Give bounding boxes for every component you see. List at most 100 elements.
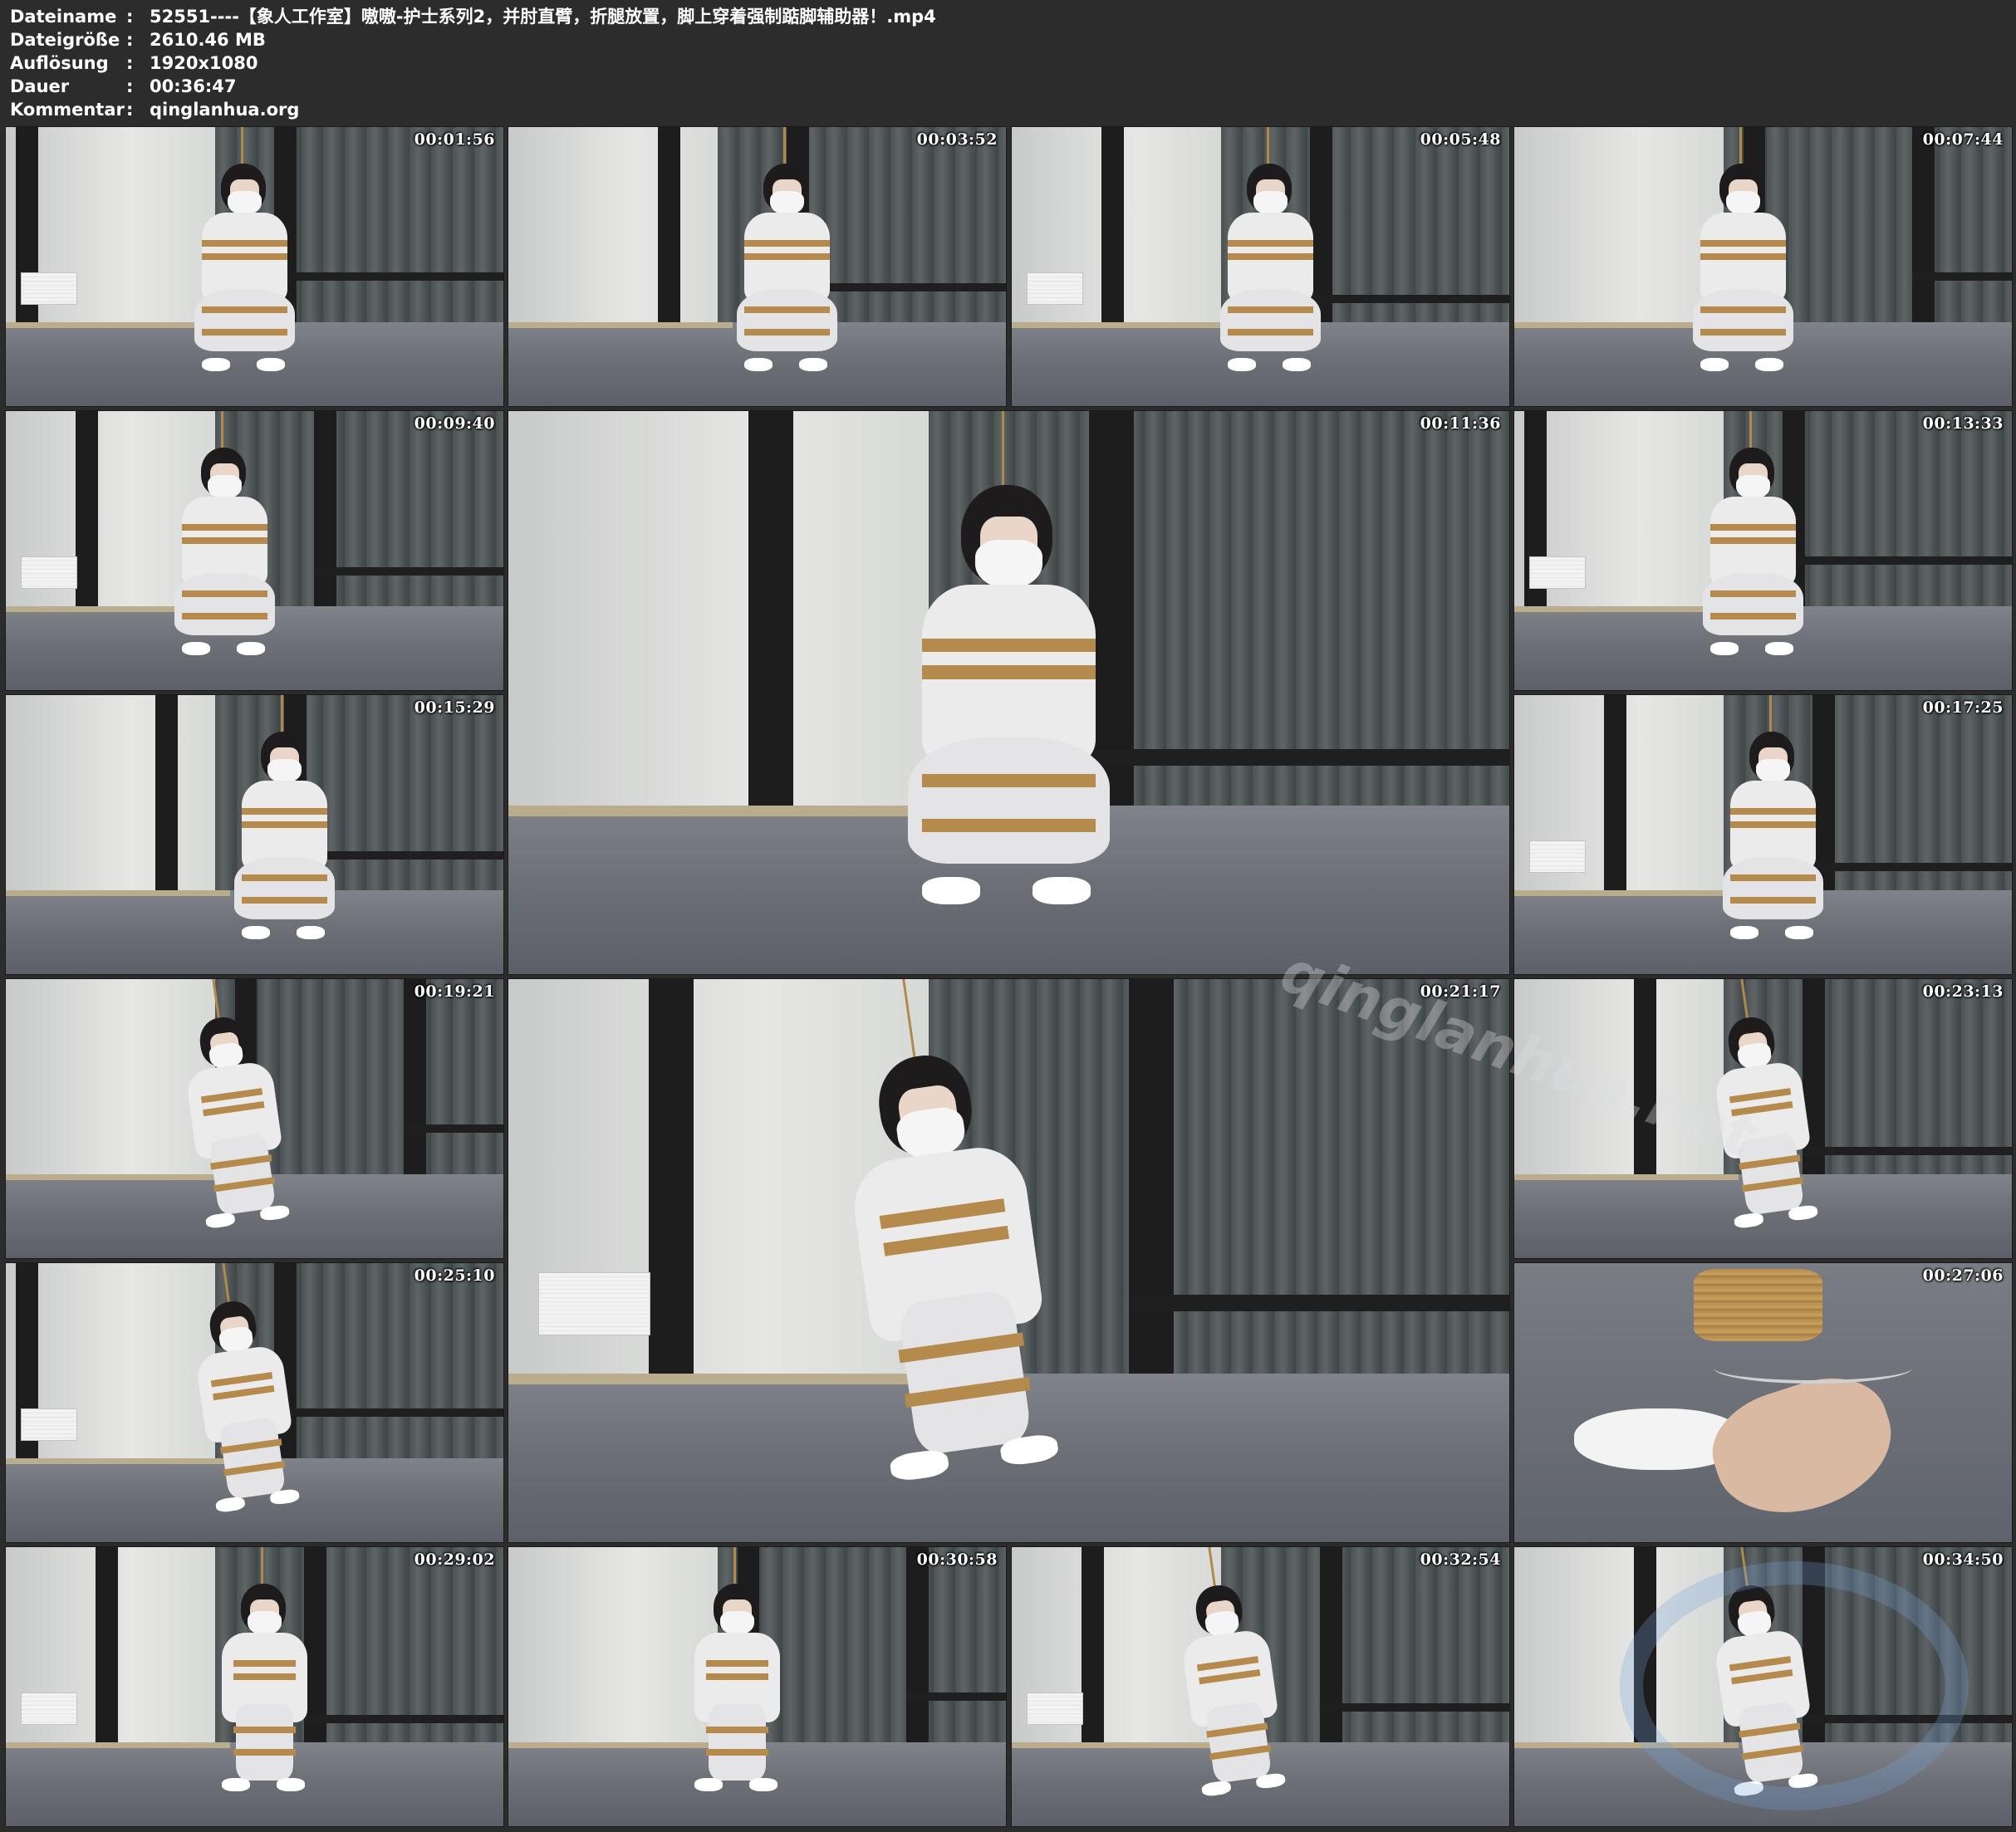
- rope-binding: [1700, 329, 1787, 336]
- thumbnail-timestamp: 00:07:44: [1922, 130, 2004, 149]
- video-thumbnail: 00:15:29: [5, 694, 504, 975]
- face-mask: [228, 190, 262, 216]
- file-size-row: Dateigröße : 2610.46 MB: [10, 28, 2004, 51]
- rope-binding: [201, 239, 288, 247]
- duration-value: 00:36:47: [150, 76, 237, 96]
- file-info-header: Dateiname : 52551----【象人工作室】嗷嗷-护士系列2，并肘直…: [10, 5, 2004, 121]
- ankle-brace: [1713, 1353, 1913, 1384]
- nurse-uniform-pants: [1204, 1700, 1273, 1784]
- white-shoe: [1200, 1779, 1232, 1797]
- black-frame-post: [95, 1547, 118, 1754]
- nurse-uniform-pants: [908, 737, 1110, 865]
- rope-binding: [1700, 252, 1787, 260]
- ankle-rope-binding: [1693, 1268, 1823, 1342]
- video-thumbnail: 00:17:25: [1513, 694, 2013, 975]
- comment-separator: :: [126, 100, 134, 120]
- room-scene: [6, 411, 503, 690]
- room-scene: [1012, 127, 1509, 406]
- rope-binding: [1709, 523, 1797, 531]
- file-size-separator: :: [126, 30, 134, 50]
- white-shoe: [1700, 358, 1729, 372]
- room-scene: [508, 411, 1509, 974]
- tatami-edge: [1012, 322, 1236, 328]
- thumbnail-timestamp: 00:19:21: [414, 982, 495, 1001]
- video-thumbnail: 00:03:52: [508, 126, 1007, 407]
- black-frame-post: [1603, 695, 1626, 902]
- room-scene: [6, 1263, 503, 1542]
- rope-binding: [706, 1727, 768, 1734]
- thumbnail-timestamp: 00:03:52: [916, 130, 998, 149]
- rope-binding: [706, 1673, 768, 1680]
- person-figure: [728, 127, 847, 379]
- comment-row: Kommentar : qinglanhua.org: [10, 98, 2004, 121]
- rope-binding: [1709, 590, 1797, 598]
- rope-binding: [241, 820, 328, 828]
- person-figure: [678, 1547, 797, 1799]
- face-mask: [248, 1610, 282, 1636]
- video-thumbnail: 00:25:10: [5, 1262, 504, 1543]
- black-frame-rail: [906, 1692, 1006, 1701]
- tatami-edge: [6, 1742, 230, 1748]
- white-shoe: [221, 1778, 251, 1792]
- rope-binding: [1227, 329, 1314, 336]
- room-scene: [1514, 695, 2012, 974]
- black-frame-rail: [404, 1124, 503, 1133]
- white-wall: [508, 411, 930, 817]
- thumbnail-timestamp: 00:25:10: [414, 1266, 495, 1285]
- face-mask: [208, 474, 242, 500]
- rope-binding: [706, 1749, 768, 1756]
- rope-binding: [743, 306, 831, 314]
- thumbnail-timestamp: 00:01:56: [414, 130, 495, 149]
- file-name-value: 52551----【象人工作室】嗷嗷-护士系列2，并肘直臂，折腿放置，脚上穿着强…: [150, 7, 936, 27]
- video-thumbnail: 00:32:54: [1011, 1546, 1510, 1827]
- watermark-logo: [1620, 1561, 1969, 1810]
- rope-binding: [201, 329, 288, 336]
- face-mask: [1736, 474, 1770, 500]
- white-shoe: [181, 642, 211, 656]
- rope-binding: [201, 252, 288, 260]
- thumbnail-grid: 00:01:56 00:03:52 00:05:48 00:07:44 00:09:40…: [5, 126, 2014, 1827]
- wall-vent: [538, 1271, 650, 1336]
- white-wall: [508, 127, 718, 328]
- thumbnail-timestamp: 00:30:58: [916, 1550, 998, 1569]
- rope-binding: [201, 306, 288, 314]
- black-frame-rail: [1812, 862, 2012, 871]
- nurse-uniform-pants: [218, 1416, 287, 1500]
- black-frame-rail: [1803, 1146, 2012, 1155]
- nurse-uniform-pants: [1703, 572, 1803, 636]
- white-shoe: [241, 926, 271, 940]
- rope-binding: [1227, 306, 1314, 314]
- rope-binding: [743, 252, 831, 260]
- room-scene: [1514, 127, 2012, 406]
- thumbnail-timestamp: 00:32:54: [1420, 1550, 1501, 1569]
- comment-value: qinglanhua.org: [150, 100, 300, 120]
- file-size-label: Dateigröße: [10, 30, 120, 50]
- person-figure: [1211, 127, 1331, 379]
- rope-binding: [922, 773, 1096, 787]
- person-figure: [1684, 127, 1803, 379]
- rope-binding: [1709, 536, 1797, 544]
- rope-binding: [241, 874, 328, 882]
- person-figure: [1714, 695, 1833, 947]
- face-mask: [1756, 758, 1790, 784]
- rope-binding: [922, 665, 1096, 679]
- video-thumbnail: 00:27:06: [1513, 1262, 2013, 1543]
- black-frame-rail: [1320, 1703, 1509, 1712]
- black-frame-post: [1320, 1547, 1343, 1754]
- black-frame-rail: [304, 1714, 503, 1723]
- room-scene: [1514, 411, 2012, 690]
- thumbnail-timestamp: 00:29:02: [414, 1550, 495, 1569]
- black-frame-post: [657, 127, 680, 334]
- rope-binding: [1729, 897, 1817, 904]
- face-mask: [1726, 190, 1760, 216]
- room-scene: [1012, 1547, 1509, 1826]
- tatami-edge: [1514, 890, 1739, 896]
- video-thumbnail: 00:21:17: [508, 978, 1510, 1543]
- wall-vent: [20, 1408, 77, 1441]
- thumbnail-timestamp: 00:05:48: [1420, 130, 1501, 149]
- rope-binding: [1729, 820, 1817, 828]
- face-mask: [267, 758, 302, 784]
- white-shoe: [1227, 358, 1257, 372]
- video-thumbnail: 00:23:13: [1513, 978, 2013, 1259]
- wall-vent: [1026, 1692, 1083, 1725]
